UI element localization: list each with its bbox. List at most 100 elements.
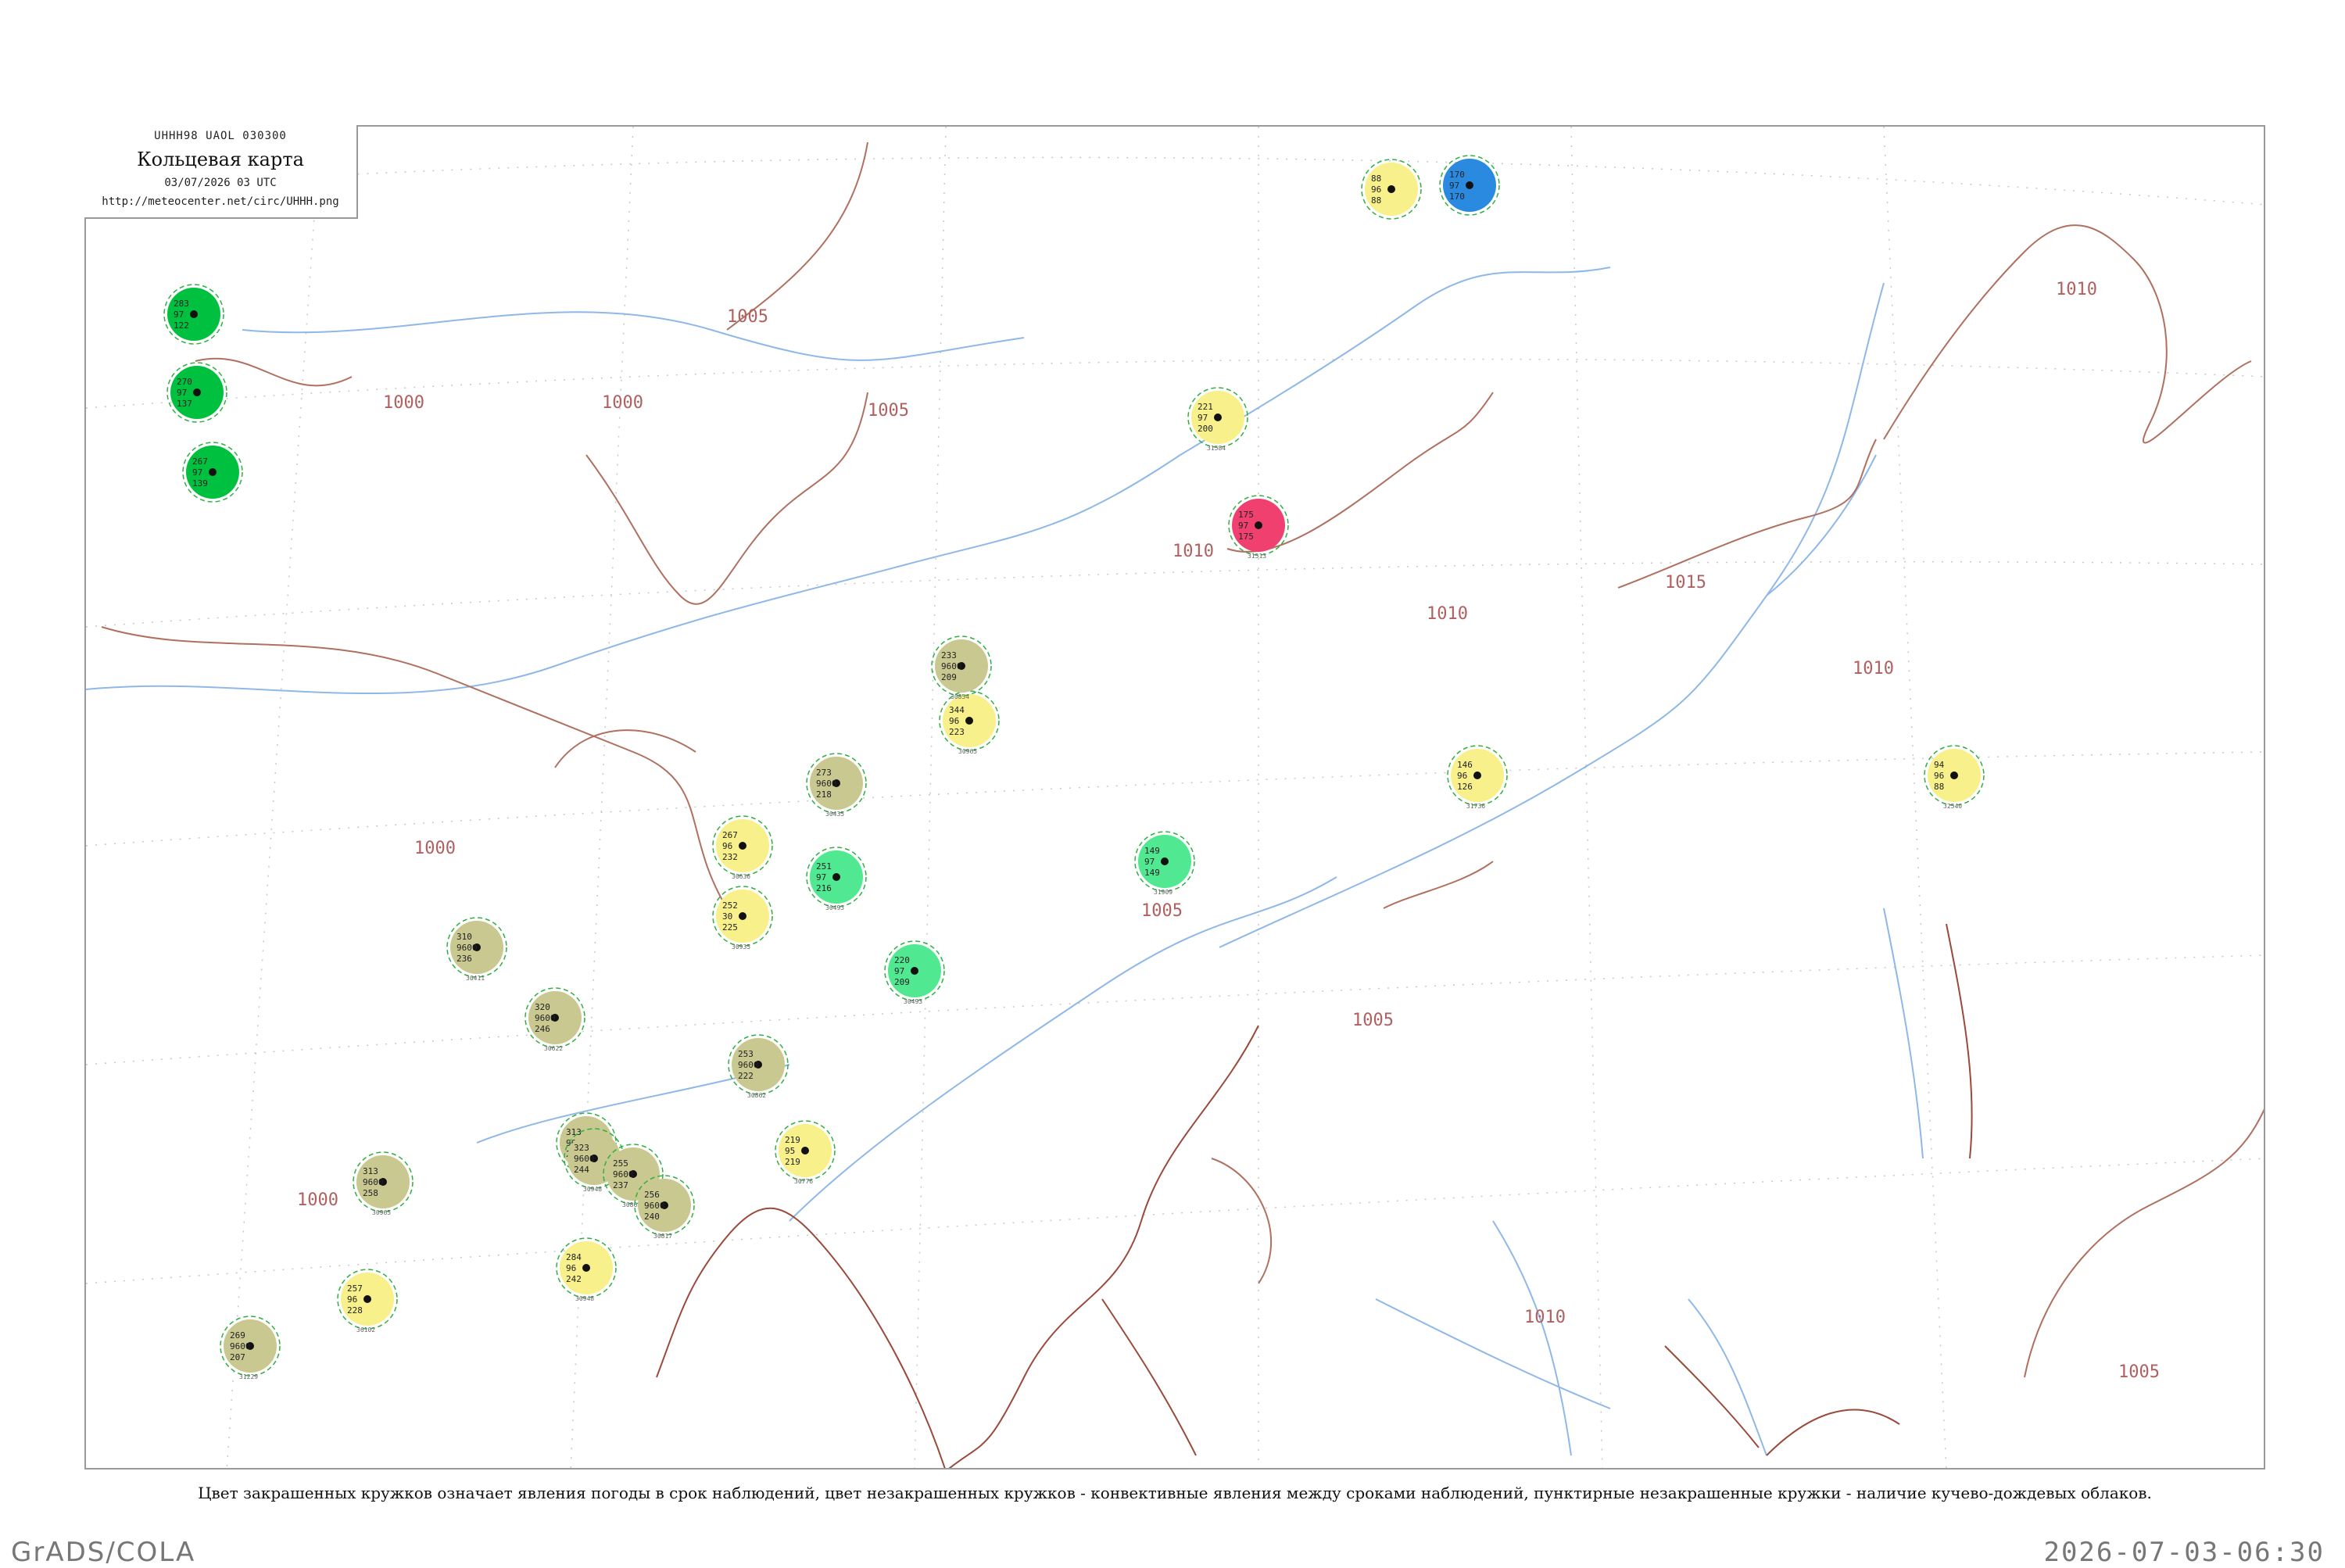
- weather-station-marker[interactable]: 3139600258 30965: [353, 1151, 414, 1216]
- station-dewpoint: 137: [177, 399, 192, 409]
- station-temperature: 9600: [941, 661, 962, 671]
- station-id: 30965: [958, 748, 977, 755]
- weather-station-marker[interactable]: 2339600209 30854: [931, 635, 992, 700]
- station-pressure: 320: [535, 1002, 550, 1012]
- station-dewpoint: 207: [230, 1352, 245, 1362]
- station-temperature: 95: [785, 1146, 795, 1156]
- station-id: 30965: [372, 1209, 391, 1216]
- weather-station-marker[interactable]: 14696126 31736: [1447, 745, 1508, 810]
- station-temperature: 96: [949, 716, 959, 726]
- station-id: 30817: [653, 1233, 672, 1240]
- weather-station-marker[interactable]: 2699600207 31229: [220, 1316, 281, 1380]
- weather-station-marker[interactable]: 21995219 30776: [775, 1120, 836, 1185]
- station-pressure: 256: [644, 1190, 660, 1200]
- weather-station-marker[interactable]: 26797139: [182, 442, 243, 503]
- station-pressure: 220: [894, 955, 910, 965]
- station-pressure: 313: [566, 1127, 582, 1137]
- map-url[interactable]: http://meteocenter.net/circ/UHHH.png: [84, 195, 356, 208]
- weather-station-marker[interactable]: 27097137: [166, 362, 227, 423]
- station-dewpoint: 122: [174, 320, 189, 331]
- map-datetime: 03/07/2026 03 UTC: [164, 177, 277, 189]
- station-id: 30622: [544, 1045, 563, 1052]
- station-dewpoint: 222: [738, 1071, 754, 1081]
- station-cloud-cover-icon: [801, 1147, 809, 1155]
- station-temperature: 96: [1371, 184, 1381, 195]
- weather-station-marker[interactable]: 889688: [1361, 159, 1422, 220]
- station-dewpoint: 244: [574, 1165, 589, 1175]
- station-temperature: 9600: [738, 1060, 759, 1070]
- weather-station-marker[interactable]: 17597175 31513: [1228, 495, 1289, 560]
- station-id: 30862: [747, 1092, 766, 1099]
- isobar-label: 1005: [2118, 1362, 2160, 1382]
- weather-station-marker[interactable]: 26796232 30636: [712, 815, 773, 880]
- station-temperature: 9600: [456, 943, 478, 953]
- station-temperature: 97: [1449, 181, 1459, 191]
- footer-timestamp: 2026-07-03-06:30: [2043, 1537, 2325, 1568]
- station-dewpoint: 209: [894, 977, 910, 987]
- station-id: 31513: [1248, 553, 1266, 560]
- station-id: 30411: [466, 975, 485, 982]
- weather-station-marker[interactable]: 22097209 30493: [884, 940, 945, 1005]
- isobar-label: 1005: [1141, 901, 1183, 921]
- weather-station-marker[interactable]: 17097170: [1439, 155, 1500, 216]
- station-dewpoint: 209: [941, 672, 957, 682]
- station-temperature: 30: [722, 911, 732, 922]
- station-pressure: 323: [574, 1143, 589, 1153]
- station-dewpoint: 242: [566, 1274, 582, 1284]
- station-id: 30776: [794, 1178, 813, 1185]
- weather-station-marker[interactable]: 28397122: [163, 284, 224, 345]
- weather-station-marker[interactable]: 25230225 30935: [712, 886, 773, 950]
- station-temperature: 97: [1144, 857, 1155, 867]
- weather-station-marker[interactable]: 28496242 30948: [556, 1237, 617, 1302]
- weather-station-marker[interactable]: 2539600222 30862: [728, 1034, 789, 1099]
- isobar-label: 1010: [1524, 1308, 1566, 1327]
- isobar-label: 1010: [1172, 542, 1214, 561]
- station-id: 30435: [825, 811, 844, 818]
- weather-station-marker[interactable]: 3209600246 30622: [524, 987, 585, 1052]
- station-pressure: 219: [785, 1135, 800, 1145]
- synoptic-map: 1000 1005 1000 1000 1000 1005 1010 1015 1010 1005…: [86, 127, 2264, 1468]
- station-dewpoint: 236: [456, 954, 472, 964]
- bulletin-code: UHHH98 UAOL 030300: [154, 130, 287, 142]
- station-pressure: 146: [1457, 760, 1473, 770]
- weather-station-marker[interactable]: 22197200 31584: [1187, 387, 1248, 452]
- station-id: 30948: [583, 1186, 602, 1193]
- weather-station-marker[interactable]: 14997149 31909: [1134, 831, 1195, 896]
- station-id: 30636: [732, 873, 750, 880]
- station-cloud-cover-icon: [832, 873, 840, 881]
- station-pressure: 149: [1144, 846, 1160, 856]
- station-dewpoint: 88: [1371, 195, 1381, 206]
- station-temperature: 97: [894, 966, 904, 976]
- isobar-label: 1010: [1853, 659, 1894, 678]
- station-dewpoint: 126: [1457, 782, 1473, 792]
- station-cloud-cover-icon: [1466, 181, 1473, 189]
- station-id: 31229: [239, 1373, 258, 1380]
- isobar-label: 1010: [1427, 604, 1468, 624]
- station-pressure: 252: [722, 900, 738, 911]
- station-dewpoint: 170: [1449, 192, 1465, 202]
- station-pressure: 233: [941, 650, 957, 660]
- station-dewpoint: 139: [192, 478, 208, 489]
- station-id: 31909: [1154, 889, 1172, 896]
- station-dewpoint: 218: [816, 789, 832, 800]
- station-dewpoint: 228: [347, 1305, 363, 1316]
- weather-station-marker[interactable]: 949688 32540: [1924, 745, 1985, 810]
- station-cloud-cover-icon: [1214, 413, 1222, 421]
- map-frame[interactable]: 1000 1005 1000 1000 1000 1005 1010 1015 1010 1005…: [84, 125, 2265, 1470]
- station-id: 30493: [825, 904, 844, 911]
- station-cloud-cover-icon: [1161, 857, 1169, 865]
- station-temperature: 97: [816, 872, 826, 882]
- station-pressure: 310: [456, 932, 472, 942]
- station-temperature: 9600: [613, 1169, 634, 1180]
- weather-station-marker[interactable]: 34496223 30965: [939, 690, 1000, 755]
- station-cloud-cover-icon: [582, 1264, 590, 1272]
- coastlines: [656, 923, 1973, 1468]
- weather-station-marker[interactable]: 25796228 36102: [337, 1269, 398, 1334]
- weather-station-marker[interactable]: 2739600218 30435: [806, 753, 867, 818]
- station-dewpoint: 216: [816, 883, 832, 893]
- weather-station-marker[interactable]: 3109600236 30411: [446, 917, 507, 982]
- station-temperature: 97: [1238, 521, 1248, 531]
- station-dewpoint: 240: [644, 1212, 660, 1222]
- weather-station-marker[interactable]: 25197216 30493: [806, 847, 867, 911]
- station-pressure: 267: [722, 830, 738, 840]
